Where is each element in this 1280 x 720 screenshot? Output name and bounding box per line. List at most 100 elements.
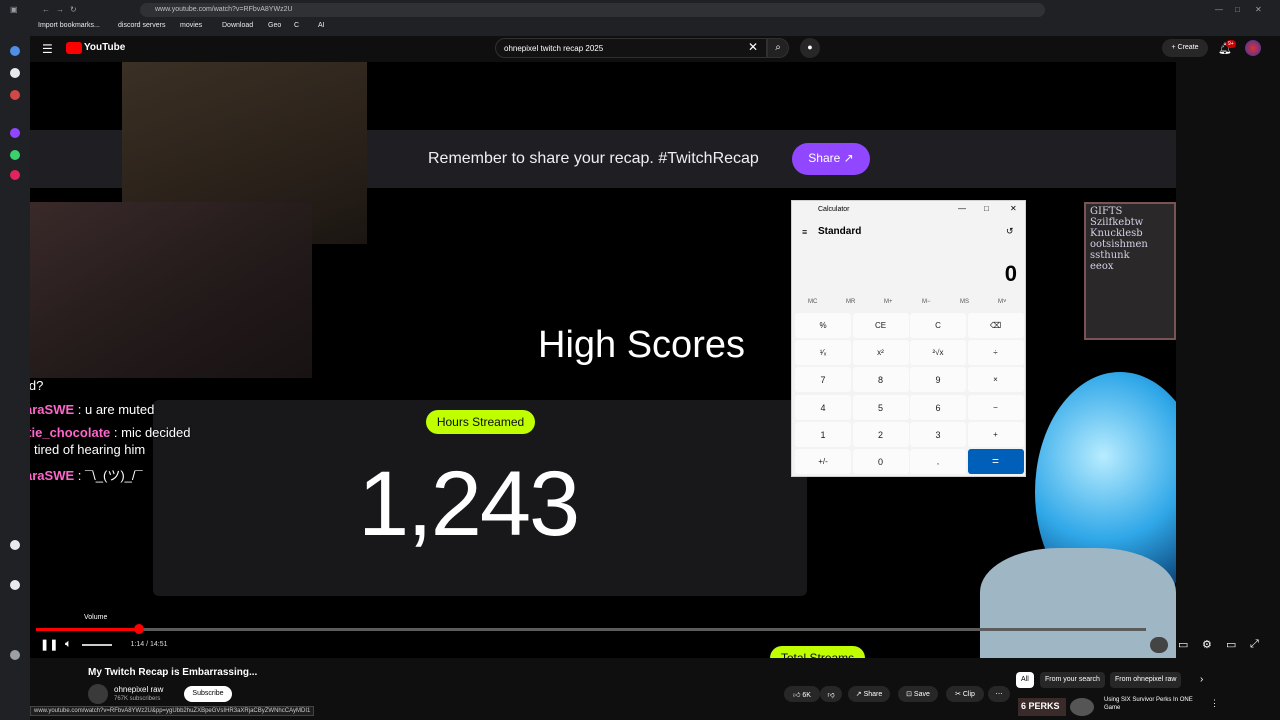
menu-icon[interactable]: ☰ <box>42 42 53 56</box>
sidebar-app-icon[interactable] <box>10 150 20 160</box>
calc-key[interactable]: , <box>910 449 966 474</box>
like-button[interactable]: 👍︎ 6K <box>784 686 820 702</box>
sidebar-app-icon[interactable] <box>10 46 20 56</box>
menu-icon[interactable]: ≡ <box>802 227 807 237</box>
minimize-icon[interactable]: — <box>958 204 966 213</box>
calc-key[interactable]: + <box>967 421 1024 447</box>
forward-icon[interactable]: → <box>56 5 64 14</box>
calc-key[interactable]: ¹⁄ₓ <box>795 340 851 366</box>
avatar[interactable] <box>1245 40 1261 56</box>
volume-icon[interactable]: 🔈︎ <box>65 638 72 651</box>
calc-key[interactable]: 5 <box>852 394 909 420</box>
create-button[interactable]: + Create <box>1162 39 1208 57</box>
history-icon[interactable]: ↺ <box>1006 226 1014 237</box>
sidebar-app-icon[interactable] <box>10 170 20 180</box>
chip-from-channel[interactable]: From ohnepixel raw <box>1110 672 1182 688</box>
back-icon[interactable]: ← <box>42 5 50 14</box>
bookmark-download[interactable]: Download <box>222 22 253 29</box>
twitch-icon[interactable] <box>10 128 20 138</box>
bookmark-movies[interactable]: movies <box>180 22 202 29</box>
close-window-icon[interactable]: ✕ <box>1255 5 1262 14</box>
bookmark-discord[interactable]: discord servers <box>118 22 165 29</box>
settings-icon[interactable]: ⚙ <box>1202 638 1212 651</box>
memory-button[interactable]: MR <box>846 299 855 305</box>
calc-key[interactable]: 3 <box>910 421 966 447</box>
download-icon[interactable] <box>10 650 20 660</box>
sidebar-app-icon[interactable] <box>10 540 20 550</box>
calc-key[interactable]: % <box>795 313 851 338</box>
subscribe-button[interactable]: Subscribe <box>184 686 232 702</box>
maximize-icon[interactable]: □ <box>984 204 989 213</box>
memory-button[interactable]: M˅ <box>998 299 1007 305</box>
recap-share-button: Share ↗ <box>792 143 870 175</box>
chevron-right-icon[interactable]: › <box>1200 674 1203 685</box>
recommended-thumbnail[interactable]: 6 PERKS <box>1018 698 1066 716</box>
more-icon[interactable]: ⋮ <box>1210 698 1219 709</box>
bookmark-ai[interactable]: AI <box>318 22 325 29</box>
progress-fill <box>36 628 140 631</box>
bookmark-c[interactable]: C <box>294 22 299 29</box>
clip-button[interactable]: ✂ Clip <box>946 686 984 702</box>
calc-key[interactable]: 4 <box>795 394 851 420</box>
calc-key[interactable]: x² <box>852 340 909 366</box>
stat-value: 1,243 <box>358 453 580 555</box>
calc-key[interactable]: +/- <box>795 449 851 474</box>
dislike-button[interactable]: 👎︎ <box>820 686 842 702</box>
calc-key[interactable]: C <box>910 313 966 338</box>
channel-name[interactable]: ohnepixel raw <box>114 685 163 694</box>
volume-slider[interactable] <box>82 644 112 646</box>
memory-button[interactable]: M+ <box>884 299 893 305</box>
memory-button[interactable]: MC <box>808 299 817 305</box>
chip-from-search[interactable]: From your search <box>1040 672 1105 688</box>
clear-search-icon[interactable]: ✕ <box>748 40 758 54</box>
youtube-logo-icon[interactable] <box>66 42 82 54</box>
recommended-title[interactable]: Using SIX Survivor Perks In ONE Game <box>1104 697 1204 713</box>
mic-button[interactable]: ● <box>800 38 820 58</box>
progress-bar[interactable] <box>36 628 1146 631</box>
chip-all[interactable]: All <box>1016 672 1034 688</box>
bookmark-import[interactable]: Import bookmarks... <box>38 22 100 29</box>
calc-key[interactable]: 9 <box>910 367 966 393</box>
sidebar-app-icon[interactable] <box>10 68 20 78</box>
calc-key[interactable]: ²√x <box>910 340 966 366</box>
memory-button[interactable]: MS <box>960 299 969 305</box>
search-button[interactable]: ⌕ <box>767 38 789 58</box>
calc-key[interactable]: × <box>967 367 1024 393</box>
subtitles-icon[interactable]: ▭ <box>1178 638 1188 651</box>
calc-key[interactable]: ÷ <box>967 340 1024 366</box>
calc-key[interactable]: 7 <box>795 367 851 393</box>
fullscreen-icon[interactable]: ⤢ <box>1250 638 1259 651</box>
calc-key[interactable]: 2 <box>852 421 909 447</box>
calc-key[interactable]: 1 <box>795 421 851 447</box>
next-stat-pill: Total Streams <box>770 646 865 658</box>
calc-key[interactable]: = <box>967 449 1024 474</box>
channel-avatar[interactable] <box>88 684 108 704</box>
minimize-icon[interactable]: — <box>1215 5 1223 14</box>
search-input[interactable]: ohnepixel twitch recap 2025 <box>495 38 767 58</box>
theater-icon[interactable]: ▭ <box>1226 638 1236 651</box>
close-icon[interactable]: ✕ <box>1010 204 1017 213</box>
memory-button[interactable]: M− <box>922 299 931 305</box>
youtube-logo-text[interactable]: YouTube <box>84 42 125 53</box>
calc-key[interactable]: 6 <box>910 394 966 420</box>
pause-icon[interactable]: ❚❚ <box>40 638 58 651</box>
tabs-icon[interactable]: ▣ <box>10 5 18 14</box>
calculator-window[interactable]: Calculator — □ ✕ ≡ Standard ↺ 0 MC MR M+ M−… <box>791 200 1026 477</box>
tiktok-icon[interactable] <box>10 580 20 590</box>
address-bar[interactable]: www.youtube.com/watch?v=RFbvA8YWz2U <box>140 3 1045 17</box>
more-actions-button[interactable]: ⋯ <box>988 686 1010 702</box>
calc-key[interactable]: 0 <box>852 449 909 474</box>
share-button[interactable]: ↗ Share <box>848 686 890 702</box>
save-button[interactable]: ⊡ Save <box>898 686 938 702</box>
autoplay-toggle[interactable] <box>1150 637 1168 653</box>
calc-key[interactable]: CE <box>852 313 909 338</box>
recommended-thumbnail-2[interactable] <box>1070 698 1094 716</box>
chalk-gifts: GIFTS Szilfkebtw Knucklesb ootsishmen ssthun… <box>1090 206 1148 272</box>
maximize-icon[interactable]: □ <box>1235 5 1240 14</box>
calc-key[interactable]: 8 <box>852 367 909 393</box>
sidebar-app-icon[interactable] <box>10 90 20 100</box>
reload-icon[interactable]: ↻ <box>70 5 77 14</box>
bookmark-geo[interactable]: Geo <box>268 22 281 29</box>
calc-key[interactable]: − <box>967 394 1024 420</box>
calc-key[interactable]: ⌫ <box>967 313 1024 338</box>
